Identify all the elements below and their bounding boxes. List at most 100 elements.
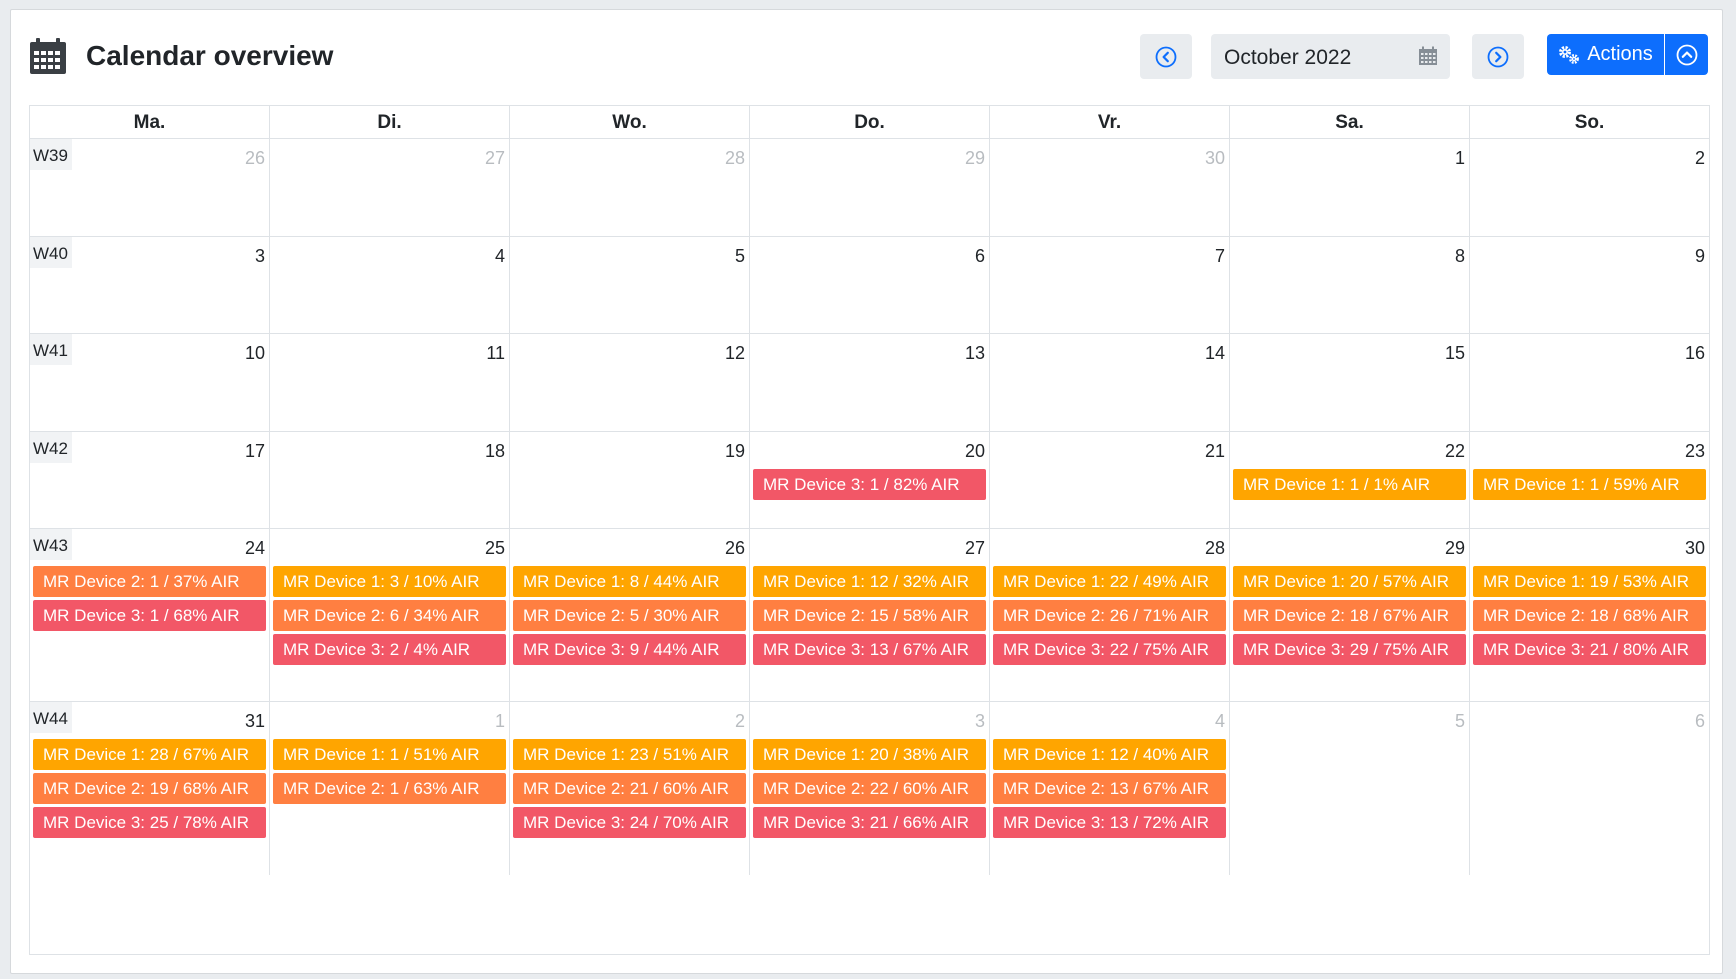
day-cell[interactable]: 4 — [270, 237, 510, 333]
week-row: W39 26 27 28 29 30 1 2 — [30, 139, 1709, 237]
day-number: 23 — [1684, 441, 1705, 461]
day-cell[interactable]: 6 — [1470, 702, 1709, 875]
event-device-1[interactable]: MR Device 1: 1 / 59% AIR — [1473, 469, 1706, 500]
day-cell[interactable]: 15 — [1230, 334, 1470, 431]
day-cell[interactable]: 19 — [510, 432, 750, 528]
event-device-2[interactable]: MR Device 2: 6 / 34% AIR — [273, 600, 506, 631]
calendar-header: Calendar overview October 2022 Actions — [11, 10, 1722, 110]
event-device-3[interactable]: MR Device 3: 2 / 4% AIR — [273, 634, 506, 665]
day-cell[interactable]: 22 MR Device 1: 1 / 1% AIR — [1230, 432, 1470, 528]
week-row: W43 24 MR Device 2: 1 / 37% AIR MR Device 3… — [30, 529, 1709, 702]
weekday-header: Ma. — [30, 106, 270, 138]
day-cell[interactable]: W41 10 — [30, 334, 270, 431]
event-device-1[interactable]: MR Device 1: 19 / 53% AIR — [1473, 566, 1706, 597]
event-device-1[interactable]: MR Device 1: 1 / 51% AIR — [273, 739, 506, 770]
day-cell[interactable]: 21 — [990, 432, 1230, 528]
event-device-1[interactable]: MR Device 1: 12 / 40% AIR — [993, 739, 1226, 770]
event-device-2[interactable]: MR Device 2: 26 / 71% AIR — [993, 600, 1226, 631]
day-cell[interactable]: 14 — [990, 334, 1230, 431]
event-device-3[interactable]: MR Device 3: 25 / 78% AIR — [33, 807, 266, 838]
day-number: 26 — [244, 148, 265, 168]
day-cell[interactable]: 9 — [1470, 237, 1709, 333]
day-cell[interactable]: 30 — [990, 139, 1230, 236]
day-cell[interactable]: 29 MR Device 1: 20 / 57% AIR MR Device 2: … — [1230, 529, 1470, 701]
day-cell[interactable]: 28 MR Device 1: 22 / 49% AIR MR Device 2: … — [990, 529, 1230, 701]
day-cell[interactable]: 30 MR Device 1: 19 / 53% AIR MR Device 2: … — [1470, 529, 1709, 701]
event-device-1[interactable]: MR Device 1: 22 / 49% AIR — [993, 566, 1226, 597]
day-cell[interactable]: 20 MR Device 3: 1 / 82% AIR — [750, 432, 990, 528]
event-device-1[interactable]: MR Device 1: 20 / 38% AIR — [753, 739, 986, 770]
day-cell[interactable]: 5 — [510, 237, 750, 333]
day-cell[interactable]: 6 — [750, 237, 990, 333]
day-cell[interactable]: 16 — [1470, 334, 1709, 431]
event-device-3[interactable]: MR Device 3: 24 / 70% AIR — [513, 807, 746, 838]
event-device-2[interactable]: MR Device 2: 22 / 60% AIR — [753, 773, 986, 804]
event-device-3[interactable]: MR Device 3: 9 / 44% AIR — [513, 634, 746, 665]
day-number: 12 — [724, 343, 745, 363]
day-cell[interactable]: W40 3 — [30, 237, 270, 333]
event-device-2[interactable]: MR Device 2: 18 / 68% AIR — [1473, 600, 1706, 631]
event-device-2[interactable]: MR Device 2: 19 / 68% AIR — [33, 773, 266, 804]
event-device-1[interactable]: MR Device 1: 8 / 44% AIR — [513, 566, 746, 597]
day-cell[interactable]: 29 — [750, 139, 990, 236]
event-device-3[interactable]: MR Device 3: 13 / 72% AIR — [993, 807, 1226, 838]
day-cell[interactable]: 18 — [270, 432, 510, 528]
day-cell[interactable]: 5 — [1230, 702, 1470, 875]
event-device-2[interactable]: MR Device 2: 1 / 37% AIR — [33, 566, 266, 597]
day-number: 31 — [244, 711, 265, 731]
gears-icon — [1559, 45, 1580, 64]
event-device-1[interactable]: MR Device 1: 28 / 67% AIR — [33, 739, 266, 770]
event-device-2[interactable]: MR Device 2: 15 / 58% AIR — [753, 600, 986, 631]
event-device-1[interactable]: MR Device 1: 20 / 57% AIR — [1233, 566, 1466, 597]
day-cell[interactable]: 2 — [1470, 139, 1709, 236]
event-device-2[interactable]: MR Device 2: 18 / 67% AIR — [1233, 600, 1466, 631]
day-cell[interactable]: 11 — [270, 334, 510, 431]
day-number: 22 — [1444, 441, 1465, 461]
day-cell[interactable]: 1 MR Device 1: 1 / 51% AIR MR Device 2: 1 … — [270, 702, 510, 875]
day-cell[interactable]: 12 — [510, 334, 750, 431]
day-cell[interactable]: 23 MR Device 1: 1 / 59% AIR — [1470, 432, 1709, 528]
event-device-3[interactable]: MR Device 3: 21 / 66% AIR — [753, 807, 986, 838]
actions-dropdown-toggle[interactable] — [1664, 34, 1708, 75]
actions-button[interactable]: Actions — [1547, 34, 1664, 75]
day-cell[interactable]: 3 MR Device 1: 20 / 38% AIR MR Device 2: 2… — [750, 702, 990, 875]
event-device-3[interactable]: MR Device 3: 21 / 80% AIR — [1473, 634, 1706, 665]
week-row: W44 31 MR Device 1: 28 / 67% AIR MR Device … — [30, 702, 1709, 875]
day-cell[interactable]: W42 17 — [30, 432, 270, 528]
event-device-3[interactable]: MR Device 3: 13 / 67% AIR — [753, 634, 986, 665]
day-cell[interactable]: W43 24 MR Device 2: 1 / 37% AIR MR Device 3… — [30, 529, 270, 701]
day-cell[interactable]: 8 — [1230, 237, 1470, 333]
weekday-header: Di. — [270, 106, 510, 138]
day-cell[interactable]: 28 — [510, 139, 750, 236]
day-cell[interactable]: 25 MR Device 1: 3 / 10% AIR MR Device 2: 6… — [270, 529, 510, 701]
previous-month-button[interactable] — [1140, 34, 1192, 79]
day-cell[interactable]: 2 MR Device 1: 23 / 51% AIR MR Device 2: 2… — [510, 702, 750, 875]
event-device-1[interactable]: MR Device 1: 23 / 51% AIR — [513, 739, 746, 770]
event-device-2[interactable]: MR Device 2: 21 / 60% AIR — [513, 773, 746, 804]
day-number: 9 — [1694, 246, 1705, 266]
event-device-2[interactable]: MR Device 2: 1 / 63% AIR — [273, 773, 506, 804]
event-device-2[interactable]: MR Device 2: 5 / 30% AIR — [513, 600, 746, 631]
event-device-1[interactable]: MR Device 1: 1 / 1% AIR — [1233, 469, 1466, 500]
event-device-1[interactable]: MR Device 1: 3 / 10% AIR — [273, 566, 506, 597]
event-device-3[interactable]: MR Device 3: 1 / 82% AIR — [753, 469, 986, 500]
day-cell[interactable]: 4 MR Device 1: 12 / 40% AIR MR Device 2: 1… — [990, 702, 1230, 875]
day-cell[interactable]: 7 — [990, 237, 1230, 333]
actions-button-group: Actions — [1547, 34, 1709, 75]
month-input[interactable]: October 2022 — [1211, 34, 1450, 79]
day-number: 29 — [964, 148, 985, 168]
day-cell[interactable]: W44 31 MR Device 1: 28 / 67% AIR MR Device … — [30, 702, 270, 875]
day-cell[interactable]: 27 — [270, 139, 510, 236]
day-cell[interactable]: 13 — [750, 334, 990, 431]
event-device-2[interactable]: MR Device 2: 13 / 67% AIR — [993, 773, 1226, 804]
next-month-button[interactable] — [1472, 34, 1524, 79]
event-device-3[interactable]: MR Device 3: 1 / 68% AIR — [33, 600, 266, 631]
event-device-3[interactable]: MR Device 3: 29 / 75% AIR — [1233, 634, 1466, 665]
event-device-1[interactable]: MR Device 1: 12 / 32% AIR — [753, 566, 986, 597]
day-cell[interactable]: 27 MR Device 1: 12 / 32% AIR MR Device 2: … — [750, 529, 990, 701]
day-cell[interactable]: W39 26 — [30, 139, 270, 236]
event-device-3[interactable]: MR Device 3: 22 / 75% AIR — [993, 634, 1226, 665]
calendar-grid-icon[interactable] — [1418, 46, 1438, 66]
day-cell[interactable]: 26 MR Device 1: 8 / 44% AIR MR Device 2: 5… — [510, 529, 750, 701]
day-cell[interactable]: 1 — [1230, 139, 1470, 236]
